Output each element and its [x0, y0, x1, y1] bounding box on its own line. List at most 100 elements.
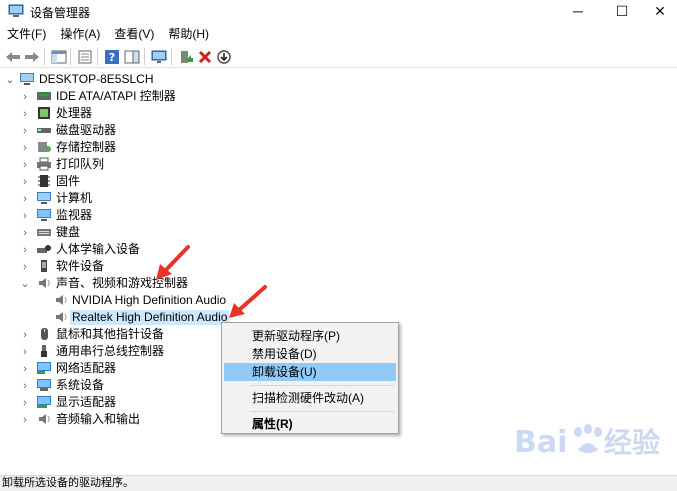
- menu-item-properties[interactable]: 属性(R): [224, 415, 396, 433]
- tree-item-label: 音频输入和输出: [56, 412, 141, 426]
- tree-item-label: NVIDIA High Definition Audio: [72, 293, 227, 307]
- tree-item-label: IDE ATA/ATAPI 控制器: [56, 89, 176, 103]
- tree-item-firmware[interactable]: › 固件: [0, 173, 677, 190]
- properties-icon[interactable]: [76, 48, 93, 65]
- tree-item-sound-video-game[interactable]: ⌄ 声音、视频和游戏控制器: [0, 275, 677, 292]
- update-driver-icon[interactable]: [177, 48, 194, 65]
- forward-icon[interactable]: [23, 48, 40, 65]
- tree-item-label: 人体学输入设备: [56, 242, 141, 256]
- expand-chevron-icon[interactable]: ›: [20, 224, 30, 241]
- tree-item-label: 键盘: [56, 225, 81, 239]
- menu-help[interactable]: 帮助(H): [161, 25, 216, 43]
- expand-chevron-icon[interactable]: ›: [20, 105, 30, 122]
- expand-chevron-icon[interactable]: ›: [20, 190, 30, 207]
- tree-root-label: DESKTOP-8E5SLCH: [39, 72, 154, 86]
- expand-chevron-icon[interactable]: ›: [20, 173, 30, 190]
- tree-item-label: 鼠标和其他指针设备: [56, 327, 165, 341]
- expand-chevron-icon[interactable]: ›: [20, 88, 30, 105]
- menu-separator: [250, 385, 394, 386]
- svg-text:?: ?: [108, 51, 114, 64]
- software-device-icon: [41, 260, 47, 272]
- display-adapter-icon: [37, 396, 51, 408]
- monitor-icon[interactable]: [150, 48, 167, 65]
- uninstall-x-icon[interactable]: [196, 48, 213, 65]
- back-icon[interactable]: [4, 48, 21, 65]
- printer-icon: [37, 157, 51, 171]
- expand-chevron-icon[interactable]: ›: [20, 122, 30, 139]
- expand-chevron-icon[interactable]: ›: [20, 343, 30, 360]
- help-icon[interactable]: ?: [103, 48, 120, 65]
- expand-chevron-icon[interactable]: ›: [20, 394, 30, 411]
- tree-item-ide[interactable]: › IDE ATA/ATAPI 控制器: [0, 88, 677, 105]
- title-bar: 设备管理器 ─ ☐ ✕: [0, 0, 677, 22]
- tree-item-keyboard[interactable]: › 键盘: [0, 224, 677, 241]
- ide-controller-icon: [37, 92, 51, 100]
- keyboard-icon: [37, 229, 51, 236]
- speaker-icon: [56, 312, 67, 322]
- tree-item-label: 系统设备: [56, 378, 105, 392]
- tree-item-storage[interactable]: › 存储控制器: [0, 139, 677, 156]
- speaker-icon: [39, 278, 50, 288]
- menu-bar: 文件(F) 操作(A) 查看(V) 帮助(H): [0, 25, 677, 43]
- expand-chevron-icon[interactable]: ›: [20, 241, 30, 258]
- scan-download-icon[interactable]: [215, 48, 232, 65]
- menu-view[interactable]: 查看(V): [107, 25, 161, 43]
- tree-item-label: 网络适配器: [56, 361, 117, 375]
- hid-icon: [37, 245, 51, 253]
- context-menu: 更新驱动程序(P) 禁用设备(D) 卸载设备(U) 扫描检测硬件改动(A) 属性…: [221, 322, 399, 434]
- firmware-icon: [38, 175, 50, 187]
- monitor-icon: [37, 209, 51, 221]
- tree-item-processor[interactable]: › 处理器: [0, 105, 677, 122]
- tree-item-software-device[interactable]: › 软件设备: [0, 258, 677, 275]
- device-manager-app-icon: [8, 4, 24, 17]
- expand-chevron-icon[interactable]: ›: [20, 411, 30, 428]
- expand-chevron-icon[interactable]: ›: [20, 377, 30, 394]
- computer-icon: [20, 73, 34, 85]
- disk-drive-icon: [37, 128, 51, 133]
- expand-chevron-icon[interactable]: ›: [20, 156, 30, 173]
- tree-item-monitor[interactable]: › 监视器: [0, 207, 677, 224]
- expand-chevron-icon[interactable]: ›: [20, 207, 30, 224]
- tree-item-hid[interactable]: › 人体学输入设备: [0, 241, 677, 258]
- minimize-button[interactable]: ─: [556, 0, 600, 22]
- menu-item-disable-device[interactable]: 禁用设备(D): [224, 345, 396, 363]
- close-button[interactable]: ✕: [638, 0, 677, 22]
- mouse-icon: [41, 328, 48, 340]
- collapse-chevron-icon[interactable]: ⌄: [20, 275, 30, 292]
- processor-icon: [38, 107, 50, 119]
- tree-item-label: 固件: [56, 174, 81, 188]
- baidu-watermark-logo: Bai 经验: [514, 424, 660, 460]
- collapse-chevron-icon[interactable]: ⌄: [5, 71, 15, 88]
- annotation-arrow-icon: [156, 245, 190, 280]
- storage-controller-icon: [38, 142, 51, 152]
- expand-chevron-icon[interactable]: ›: [20, 326, 30, 343]
- tree-item-computer[interactable]: › 计算机: [0, 190, 677, 207]
- expand-chevron-icon[interactable]: ›: [20, 139, 30, 156]
- speaker-icon: [56, 295, 67, 305]
- action-pane-icon[interactable]: [123, 48, 140, 65]
- tree-item-nvidia-audio[interactable]: NVIDIA High Definition Audio: [0, 292, 677, 309]
- tree-root[interactable]: ⌄ DESKTOP-8E5SLCH: [0, 71, 677, 88]
- system-device-icon: [37, 379, 51, 391]
- menu-file[interactable]: 文件(F): [0, 25, 53, 43]
- show-hide-console-tree-icon[interactable]: [50, 48, 67, 65]
- usb-icon: [41, 345, 47, 357]
- menu-item-uninstall-device[interactable]: 卸载设备(U): [224, 363, 396, 381]
- menu-action[interactable]: 操作(A): [53, 25, 107, 43]
- tree-item-label-selected: Realtek High Definition Audio: [70, 310, 230, 325]
- status-bar: 卸载所选设备的驱动程序。: [0, 475, 677, 491]
- expand-chevron-icon[interactable]: ›: [20, 258, 30, 275]
- tree-item-label: 软件设备: [56, 259, 105, 273]
- menu-item-update-driver[interactable]: 更新驱动程序(P): [224, 327, 396, 345]
- tree-item-disk[interactable]: › 磁盘驱动器: [0, 122, 677, 139]
- expand-chevron-icon[interactable]: ›: [20, 360, 30, 377]
- svg-text:经验: 经验: [604, 426, 660, 459]
- toolbar: ?: [0, 44, 677, 68]
- tree-item-label: 计算机: [56, 191, 93, 205]
- tree-item-label: 存储控制器: [56, 140, 117, 154]
- tree-item-label: 显示适配器: [56, 395, 117, 409]
- tree-item-print-queue[interactable]: › 打印队列: [0, 156, 677, 173]
- network-adapter-icon: [37, 362, 51, 374]
- menu-separator: [250, 411, 394, 412]
- menu-item-scan-hardware[interactable]: 扫描检测硬件改动(A): [224, 389, 396, 407]
